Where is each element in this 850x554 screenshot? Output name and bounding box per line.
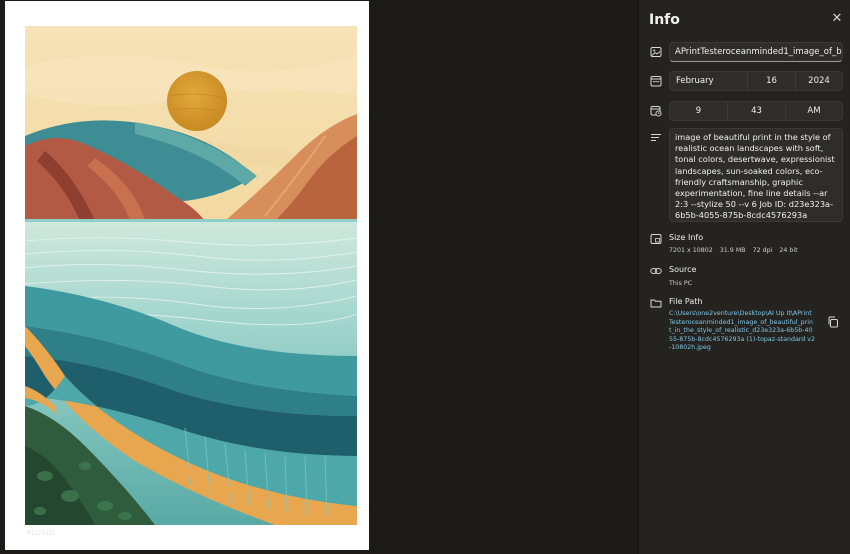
print-caption: PLUSIO	[27, 529, 55, 537]
ocean-landscape-illustration	[25, 26, 357, 525]
artwork-image	[25, 26, 357, 525]
description-textarea[interactable]: image of beautiful print in the style of…	[669, 128, 843, 222]
file-name-input[interactable]: APrintTesteroceanminded1_image_of_beaut	[669, 42, 843, 62]
size-info-label: Size Info	[669, 233, 704, 242]
calendar-icon	[650, 75, 662, 87]
image-size-icon	[650, 233, 662, 245]
image-viewer[interactable]: PLUSIO	[0, 0, 637, 554]
copy-icon	[828, 316, 838, 328]
image-dimensions: 7201 x 10802	[669, 247, 713, 254]
time-picker[interactable]: 9 43 AM	[669, 101, 843, 121]
panel-title: Info	[649, 12, 680, 28]
info-panel: Info ✕ APrintTesteroceanminded1_image_of…	[638, 0, 850, 554]
copy-path-button[interactable]	[827, 316, 839, 328]
bit-depth: 24 bit	[779, 247, 798, 254]
calendar-clock-icon	[650, 105, 662, 117]
date-day[interactable]: 16	[748, 72, 796, 90]
close-icon: ✕	[831, 11, 843, 26]
folder-icon	[650, 297, 662, 309]
date-year[interactable]: 2024	[796, 72, 842, 90]
time-period[interactable]: AM	[786, 102, 842, 120]
image-dpi: 72 dpi	[752, 247, 773, 254]
time-minute[interactable]: 43	[728, 102, 786, 120]
image-icon	[650, 46, 662, 58]
date-picker[interactable]: February 16 2024	[669, 71, 843, 91]
close-button[interactable]: ✕	[829, 11, 845, 27]
source-value: This PC	[669, 280, 693, 287]
file-path-label: File Path	[669, 297, 703, 306]
size-info-values: 7201 x 10802 31.9 MB 72 dpi 24 bit	[669, 247, 798, 254]
file-path-link[interactable]: C:\Users\one2venture\Desktop\AI Up It\AP…	[669, 310, 815, 353]
time-hour[interactable]: 9	[670, 102, 728, 120]
source-label: Source	[669, 265, 697, 274]
file-size: 31.9 MB	[719, 247, 746, 254]
date-month[interactable]: February	[670, 72, 748, 90]
print-frame: PLUSIO	[5, 1, 369, 550]
link-icon	[650, 265, 662, 277]
text-lines-icon	[650, 132, 662, 144]
